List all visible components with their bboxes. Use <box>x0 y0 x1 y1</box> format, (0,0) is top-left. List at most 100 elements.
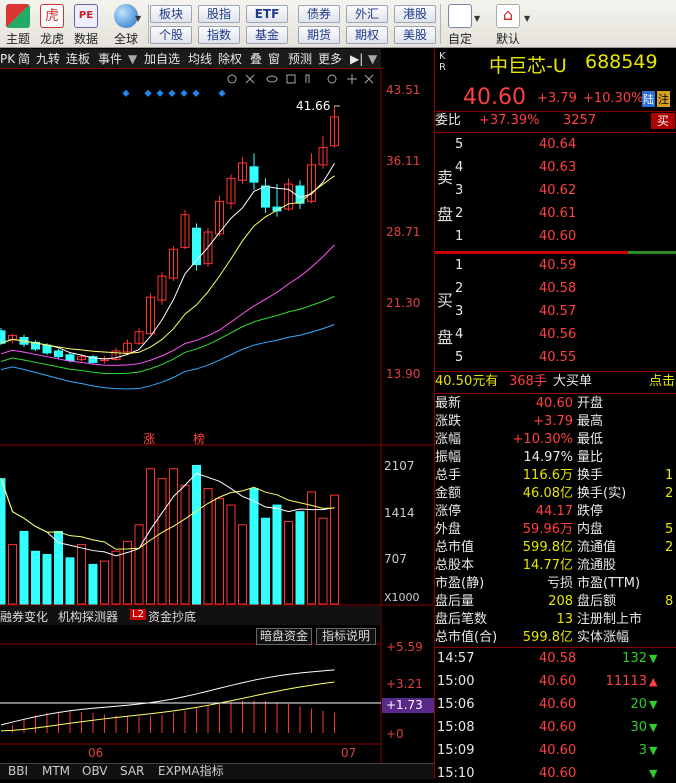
index-button[interactable]: 指数 <box>198 26 240 44</box>
stat-value: 2 <box>665 486 674 501</box>
event-diamond <box>144 89 152 97</box>
tab-events[interactable]: 事件 <box>98 51 122 67</box>
limit-up-marker: 涨 <box>143 432 156 446</box>
theme-button[interactable]: 主题 <box>2 2 34 47</box>
tab-mtm[interactable]: MTM <box>42 764 70 779</box>
toolbar-divider <box>440 4 441 44</box>
tick-volume: 3 <box>638 743 647 758</box>
date-tick: 07 <box>341 746 357 760</box>
stock-name: 中巨芯-U <box>489 55 567 77</box>
tick-volume: 30 <box>630 720 647 735</box>
candlestick-series <box>0 106 339 365</box>
tab-forecast[interactable]: 预测 <box>288 51 312 67</box>
macd-current-value: +1.73 <box>382 698 434 713</box>
tab-window[interactable]: 窗 <box>268 51 280 67</box>
fund-button[interactable]: 基金 <box>246 26 288 44</box>
dark-pool-funds-button[interactable]: 暗盘资金 <box>256 628 312 645</box>
chevron-down-icon[interactable]: ▼ <box>474 14 480 23</box>
sector-button[interactable]: 板块 <box>150 5 192 23</box>
stock-index-button[interactable]: 股指 <box>198 5 240 23</box>
bid-level: 2 <box>455 281 464 296</box>
stat-label: 涨停 <box>435 504 462 519</box>
stat-label: 注册制上市 <box>577 612 643 627</box>
l2-badge: L2 <box>130 609 146 620</box>
event-diamond <box>168 89 176 97</box>
tab-institution-detector[interactable]: 机构探测器 <box>58 608 118 625</box>
default-button[interactable]: ⌂ 默认 <box>492 2 524 47</box>
ask-level: 2 <box>455 206 464 221</box>
toolbar-divider <box>148 4 149 44</box>
tab-capital-bottom[interactable]: 资金抄底 <box>148 608 196 625</box>
tab-moving-average[interactable]: 均线 <box>188 51 212 67</box>
etf-button[interactable]: ETF <box>246 5 288 23</box>
bid-price: 40.56 <box>539 327 577 342</box>
chevron-down-icon[interactable]: ▼ <box>135 14 141 23</box>
stock-code: 688549 <box>585 51 658 73</box>
big-buy-price: 40.50元有 <box>435 374 499 389</box>
candle-down <box>65 354 75 362</box>
dragon-tiger-button[interactable]: 虎 龙虎 <box>36 2 68 47</box>
stat-value: 2 <box>665 540 674 555</box>
sell-side-label: 卖 <box>437 168 454 187</box>
volume-bar <box>100 560 109 605</box>
indicator-help-button[interactable]: 指标说明 <box>316 628 376 645</box>
price-tick: 43.51 <box>386 83 421 97</box>
stat-label: 市盈(TTM) <box>577 576 641 591</box>
kline-chart[interactable] <box>0 69 434 779</box>
link-icon[interactable] <box>245 74 255 84</box>
tab-margin-change[interactable]: 融券变化 <box>0 608 48 625</box>
bond-button[interactable]: 债券 <box>298 5 340 23</box>
tab-ex-rights[interactable]: 除权 <box>218 51 242 67</box>
tab-overlay[interactable]: 叠 <box>250 51 262 67</box>
stat-value: 59.96万 <box>522 522 573 537</box>
futures-button[interactable]: 期货 <box>298 26 340 44</box>
big-buy-link[interactable]: 点击 <box>649 373 675 391</box>
tab-obv[interactable]: OBV <box>82 764 108 779</box>
stat-value: 5 <box>665 522 674 537</box>
zoom-out-icon[interactable] <box>327 74 337 84</box>
hk-stock-button[interactable]: 港股 <box>394 5 436 23</box>
tab-limit-boards[interactable]: 连板 <box>66 51 90 67</box>
tab-nine-turn[interactable]: 九转 <box>36 51 60 67</box>
tick-time: 15:00 <box>437 674 475 689</box>
tick-time: 15:08 <box>437 720 475 735</box>
chart-tab-bar: PK 简 九转 连板 事件 ▼ 加自选 均线 除权 叠 窗 预测 更多 ▶| ▼ <box>0 49 381 69</box>
tick-price: 40.60 <box>539 743 577 758</box>
tab-add-favorite[interactable]: 加自选 <box>144 51 180 67</box>
chevron-down-icon[interactable]: ▼ <box>128 51 137 67</box>
tab-more[interactable]: 更多 <box>318 51 342 67</box>
global-button[interactable]: 全球 <box>106 2 146 47</box>
bid-ask-bar <box>435 251 628 254</box>
price-tick: 36.11 <box>386 154 421 168</box>
chevron-down-icon[interactable]: ▼ <box>524 14 530 23</box>
volume-bar <box>192 464 201 605</box>
us-stock-button[interactable]: 美股 <box>394 26 436 44</box>
tab-sar[interactable]: SAR <box>120 764 144 779</box>
data-button[interactable]: PE 数据 <box>70 2 102 47</box>
individual-stock-button[interactable]: 个股 <box>150 26 192 44</box>
buy-side-label: 买 <box>437 291 454 310</box>
chevron-down-icon[interactable]: ▼ <box>368 51 377 67</box>
stat-label: 最低 <box>577 432 604 447</box>
stat-label: 总股本 <box>435 558 475 573</box>
volume-tick: 2107 <box>384 459 415 473</box>
buy-button[interactable]: 买 <box>651 113 675 129</box>
quote-panel: K R 中巨芯-U 688549 40.60 +3.79 +10.30% 陆 注… <box>434 49 676 781</box>
ask-price: 40.60 <box>539 229 577 244</box>
tab-expma[interactable]: EXPMA指标 <box>158 764 224 779</box>
custom-button[interactable]: 自定 <box>444 2 476 47</box>
eye-icon[interactable] <box>266 75 278 83</box>
forex-button[interactable]: 外汇 <box>346 5 388 23</box>
tab-bbi[interactable]: BBI <box>8 764 28 779</box>
options-button[interactable]: 期权 <box>346 26 388 44</box>
hand-icon[interactable] <box>305 74 310 83</box>
settings-icon[interactable] <box>227 74 237 84</box>
zoom-in-icon[interactable] <box>347 74 357 84</box>
stat-label: 涨幅 <box>435 432 462 447</box>
arrow-right-icon[interactable]: ▶| <box>350 51 363 67</box>
close-icon[interactable] <box>364 74 374 84</box>
tab-pk[interactable]: PK <box>0 51 15 67</box>
price-tick: 13.90 <box>386 367 421 381</box>
delete-icon[interactable] <box>286 74 296 84</box>
tab-simple[interactable]: 简 <box>18 51 30 67</box>
